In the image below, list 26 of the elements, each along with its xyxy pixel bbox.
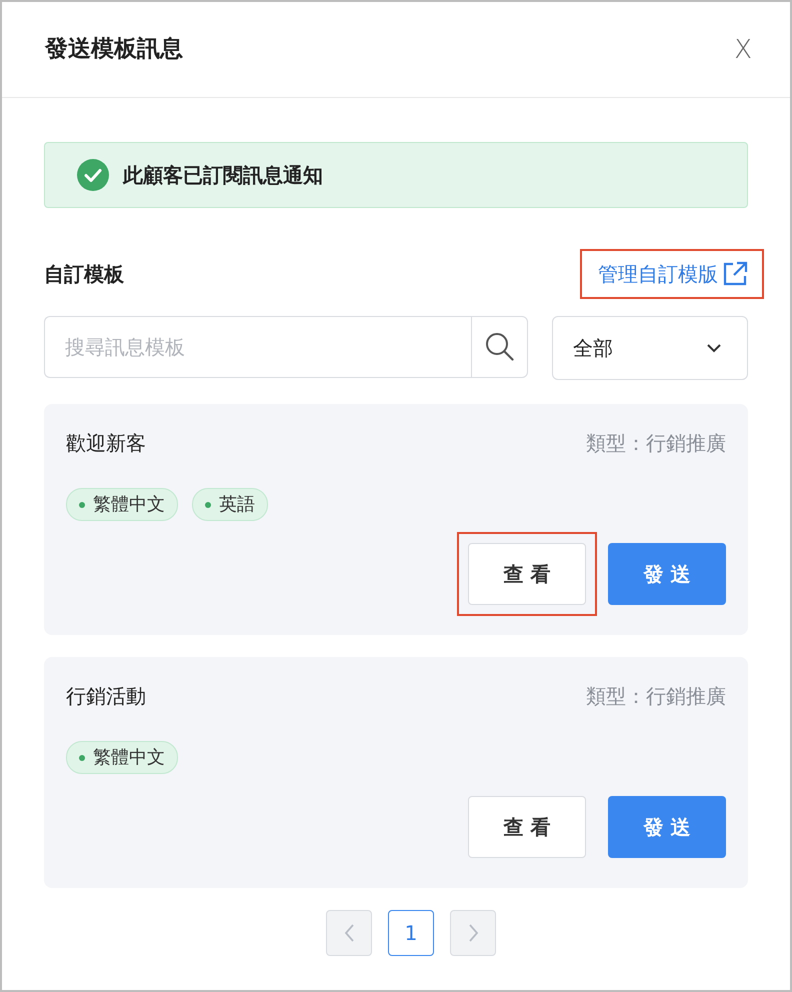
alert-text: 此顧客已訂閱訊息通知 [123, 162, 323, 189]
chevron-right-icon [468, 924, 478, 942]
close-button[interactable]: X [734, 36, 752, 62]
check-circle-icon [77, 159, 109, 191]
category-select[interactable]: 全部 [552, 316, 748, 380]
language-tag: 繁體中文 [66, 488, 178, 521]
search-field[interactable]: 搜尋訊息模板 [44, 316, 471, 378]
external-link-icon [722, 261, 748, 287]
manage-templates-link[interactable]: 管理自訂模版 [580, 249, 764, 299]
page-button[interactable]: 1 [388, 910, 434, 956]
view-button[interactable]: 查 看 [468, 796, 586, 858]
search-icon [484, 332, 514, 362]
search-button[interactable] [471, 316, 528, 378]
view-button[interactable]: 查 看 [468, 543, 586, 605]
dialog-title: 發送模板訊息 [45, 35, 183, 64]
chevron-left-icon [344, 924, 354, 942]
send-button[interactable]: 發 送 [608, 796, 726, 858]
template-name: 行銷活動 [66, 683, 146, 710]
language-tag: 繁體中文 [66, 741, 178, 774]
chevron-down-icon [707, 344, 721, 352]
template-type: 類型：行銷推廣 [586, 683, 726, 710]
template-type: 類型：行銷推廣 [586, 430, 726, 457]
send-button[interactable]: 發 送 [608, 543, 726, 605]
language-tag: 英語 [192, 488, 268, 521]
template-name: 歡迎新客 [66, 430, 146, 457]
section-title: 自訂模板 [44, 261, 124, 288]
